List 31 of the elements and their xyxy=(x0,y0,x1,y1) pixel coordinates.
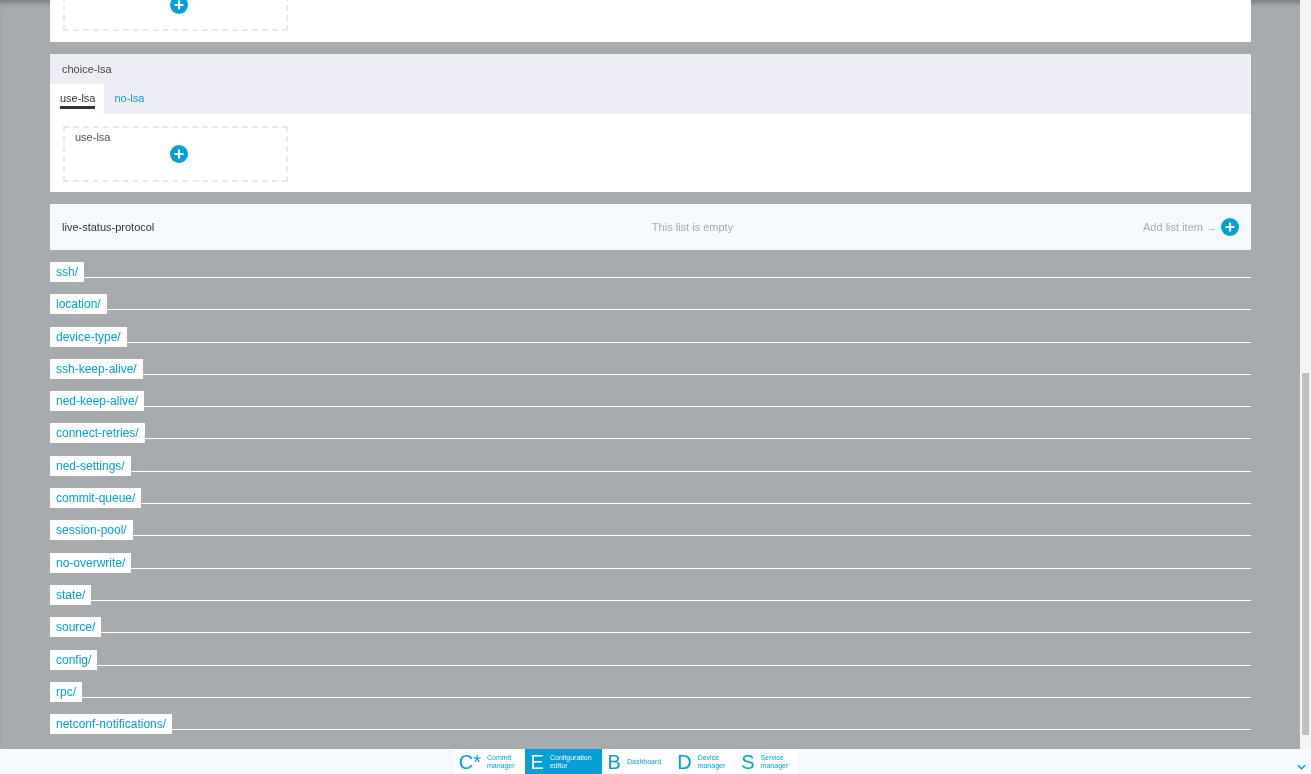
container-link[interactable]: commit-queue/ xyxy=(50,488,142,509)
container-link[interactable]: device-type/ xyxy=(50,326,127,347)
add-icon[interactable] xyxy=(170,145,188,163)
tab[interactable]: use-lsa xyxy=(50,84,105,114)
add-icon[interactable] xyxy=(1221,218,1239,236)
chevron-down-icon[interactable] xyxy=(1297,764,1306,770)
nav-letter: S xyxy=(741,751,755,772)
box-label: use-lsa xyxy=(74,130,112,143)
container-link[interactable]: config/ xyxy=(50,649,98,670)
container-link[interactable]: connect-retries/ xyxy=(50,423,145,444)
container-link[interactable]: netconf-notifications/ xyxy=(50,714,173,735)
container-link[interactable]: session-pool/ xyxy=(50,520,133,541)
list-name: live-status-protocol xyxy=(62,221,156,233)
empty-message: This list is empty xyxy=(650,221,735,233)
nav-letter: B xyxy=(607,751,621,772)
container-link[interactable]: ssh/ xyxy=(50,262,84,282)
nav-letter: C* xyxy=(458,751,481,772)
container-link[interactable]: no-overwrite/ xyxy=(50,552,132,573)
container-link[interactable]: ssh-keep-alive/ xyxy=(50,358,143,379)
tab[interactable]: no-lsa xyxy=(104,84,154,114)
nav-letter: D xyxy=(677,751,692,772)
container-link[interactable]: state/ xyxy=(50,584,92,605)
container-link[interactable]: location/ xyxy=(50,294,107,315)
container-link[interactable]: ned-keep-alive/ xyxy=(50,391,145,412)
container-link[interactable]: source/ xyxy=(50,617,102,638)
add-list-item-link[interactable]: Add list item → xyxy=(1143,221,1217,233)
section-title: choice-lsa xyxy=(61,62,113,77)
nav-letter: E xyxy=(530,751,544,772)
add-icon[interactable] xyxy=(170,0,188,14)
container-link[interactable]: rpc/ xyxy=(50,681,82,702)
container-link[interactable]: ned-settings/ xyxy=(50,455,131,476)
